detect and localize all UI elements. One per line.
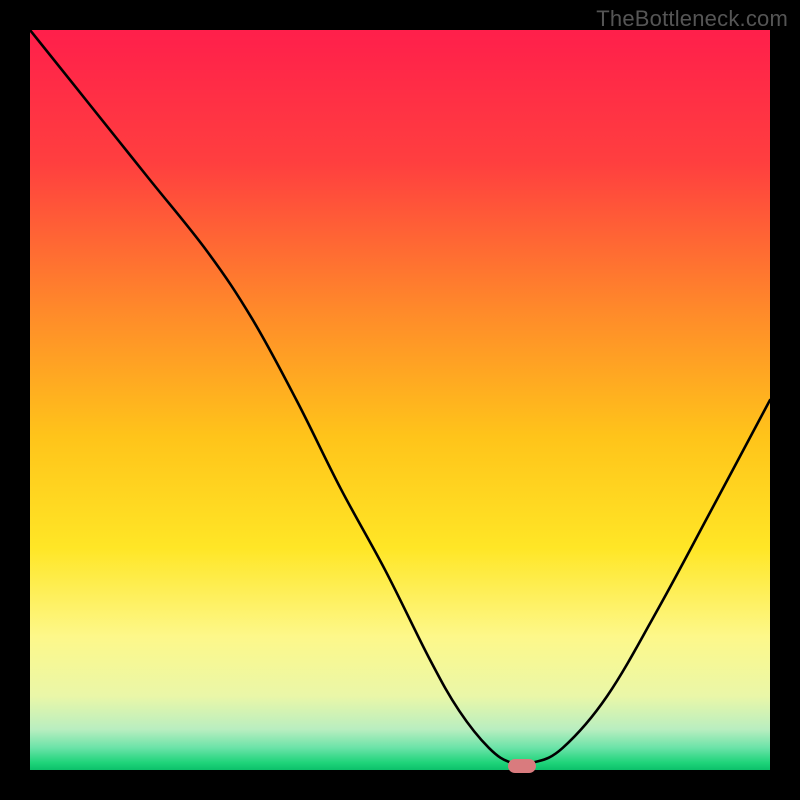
chart-curve: [30, 30, 770, 770]
watermark-text: TheBottleneck.com: [596, 6, 788, 32]
chart-plot-area: [30, 30, 770, 770]
optimal-point-marker: [508, 759, 536, 773]
